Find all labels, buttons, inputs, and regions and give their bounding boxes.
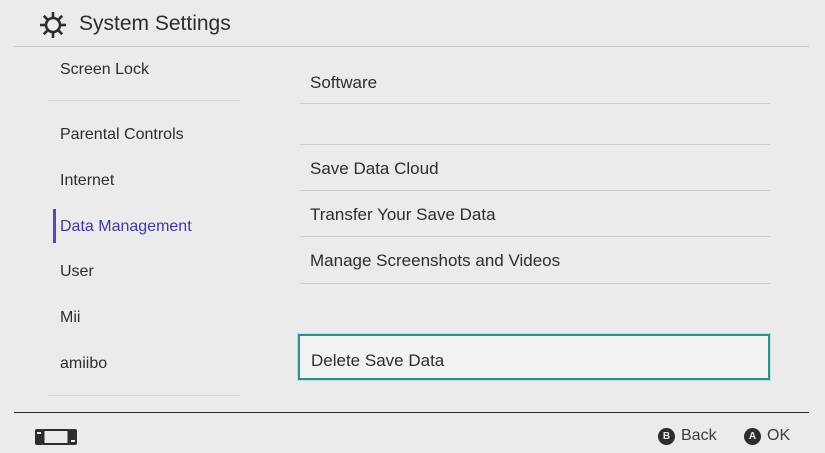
menu-divider [300, 236, 770, 237]
controller-icon [35, 429, 77, 445]
menu-item-label: Delete Save Data [311, 351, 445, 370]
sidebar-divider-bottom [48, 395, 240, 396]
sidebar-item-parental-controls[interactable]: Parental Controls [60, 126, 184, 144]
footer-divider [14, 412, 809, 413]
gear-icon [40, 12, 66, 38]
ok-label: OK [767, 427, 791, 444]
back-label: Back [681, 427, 717, 444]
a-button-icon: A [744, 427, 761, 445]
menu-item-label: Transfer Your Save Data [310, 205, 496, 224]
menu-item-label: Save Data Cloud [310, 159, 439, 178]
header: System Settings [0, 0, 825, 46]
sidebar-divider [48, 100, 240, 101]
sidebar-item-user[interactable]: User [60, 263, 94, 281]
menu-divider [300, 144, 770, 145]
menu-item-software[interactable]: Software [300, 73, 770, 103]
menu-divider [300, 103, 770, 104]
sidebar-item-data-management[interactable]: Data Management [60, 218, 192, 236]
sidebar-item-internet[interactable]: Internet [60, 172, 114, 190]
menu-item-delete-save-data[interactable]: Delete Save Data [298, 334, 770, 380]
sidebar-item-mii[interactable]: Mii [60, 309, 80, 327]
b-button-icon: B [658, 427, 675, 445]
active-indicator [53, 209, 56, 243]
menu-item-label: Software [310, 73, 378, 92]
menu-item-manage-screenshots[interactable]: Manage Screenshots and Videos [300, 251, 770, 281]
menu-item-label: Manage Screenshots and Videos [310, 251, 561, 270]
menu-item-save-data-cloud[interactable]: Save Data Cloud [300, 159, 770, 189]
menu-item-transfer-save-data[interactable]: Transfer Your Save Data [300, 205, 770, 235]
page-title: System Settings [79, 12, 231, 35]
sidebar-item-amiibo[interactable]: amiibo [60, 355, 107, 373]
menu-divider [300, 190, 770, 191]
ok-button[interactable]: A OK [744, 427, 790, 445]
menu-divider [300, 283, 770, 284]
back-button[interactable]: B Back [658, 427, 717, 445]
sidebar-item-screen-lock[interactable]: Screen Lock [60, 61, 149, 79]
